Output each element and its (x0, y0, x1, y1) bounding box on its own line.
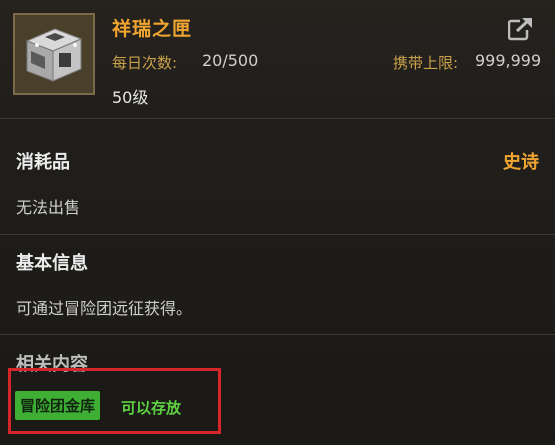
item-name: 祥瑞之匣 (112, 18, 193, 40)
item-type: 消耗品 (16, 152, 70, 173)
item-rarity: 史诗 (503, 152, 539, 173)
basic-info-title: 基本信息 (16, 253, 88, 274)
item-header: 祥瑞之匣 每日次数: 20/500 携带上限: 999,999 50级 (0, 0, 555, 119)
item-level: 50级 (112, 88, 149, 107)
item-icon-frame (13, 13, 95, 95)
share-icon (507, 16, 534, 41)
carry-limit-value: 999,999 (475, 51, 542, 70)
basic-info-description: 可通过冒险团远征获得。 (16, 299, 193, 318)
item-tooltip-panel: 祥瑞之匣 每日次数: 20/500 携带上限: 999,999 50级 消耗品 … (0, 0, 555, 445)
carry-limit-label: 携带上限: (393, 54, 459, 72)
daily-limit-value: 20/500 (202, 51, 259, 70)
section-divider (0, 334, 555, 335)
storable-note: 可以存放 (121, 399, 182, 417)
guild-vault-badge[interactable]: 冒险团金库 (15, 391, 101, 420)
chest-icon (15, 15, 93, 93)
section-divider (0, 234, 555, 235)
daily-limit-label: 每日次数: (112, 54, 178, 72)
share-button[interactable] (507, 16, 534, 42)
sell-status: 无法出售 (16, 198, 81, 217)
